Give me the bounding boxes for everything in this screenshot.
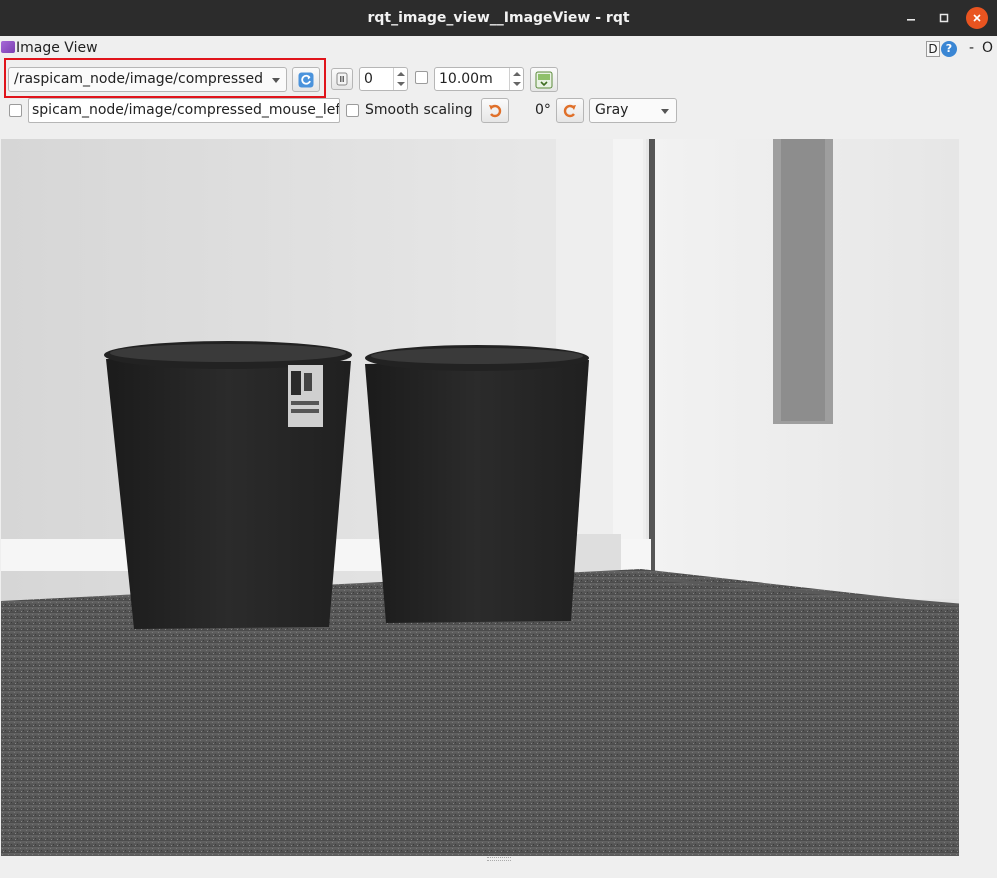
pause-button[interactable] [331, 68, 353, 90]
refresh-icon [298, 72, 314, 87]
help-icon[interactable]: ? [941, 41, 957, 57]
rotation-label: 0° [535, 102, 551, 118]
duration-spinbox[interactable]: 10.00m [434, 67, 524, 91]
smooth-scaling-checkbox[interactable] [346, 104, 359, 117]
rotate-right-icon [563, 104, 576, 117]
rotate-right-button[interactable] [556, 98, 584, 123]
topic-select[interactable]: /raspicam_node/image/compressed [8, 67, 287, 92]
save-image-button[interactable] [530, 67, 558, 92]
resize-grip[interactable] [487, 857, 511, 861]
close-icon[interactable] [966, 7, 988, 29]
maximize-icon[interactable] [933, 7, 955, 29]
window-title: rqt_image_view__ImageView - rqt [367, 10, 630, 26]
rotate-left-icon [489, 104, 502, 117]
dock-button[interactable]: D [926, 41, 940, 57]
rotate-left-button[interactable] [481, 98, 509, 123]
mouse-publish-checkbox[interactable] [9, 104, 22, 117]
save-icon [535, 71, 553, 88]
minimize-plugin-button[interactable]: - [969, 40, 974, 56]
pause-icon [336, 72, 348, 86]
spin-arrows-icon[interactable] [393, 68, 407, 90]
main-window: rqt_image_view__ImageView - rqt Image Vi… [0, 0, 997, 878]
camera-frame [1, 139, 959, 856]
chevron-down-icon [272, 78, 280, 83]
spin-arrows-icon[interactable] [509, 68, 523, 90]
close-plugin-button[interactable]: O [982, 40, 993, 56]
refresh-topics-button[interactable] [292, 67, 320, 92]
duration-checkbox[interactable] [415, 71, 428, 84]
title-bar: rqt_image_view__ImageView - rqt [0, 0, 997, 36]
smooth-scaling-label: Smooth scaling [365, 102, 473, 118]
mouse-topic-input[interactable]: spicam_node/image/compressed_mouse_left [28, 98, 340, 123]
plugin-header: Image View D ? - O [0, 38, 997, 60]
color-scheme-value: Gray [595, 102, 629, 118]
duration-spinbox-value: 10.00m [439, 71, 493, 87]
color-scheme-select[interactable]: Gray [589, 98, 677, 123]
chevron-down-icon [661, 109, 669, 114]
camera-image[interactable] [1, 139, 959, 856]
number-spinbox[interactable]: 0 [359, 67, 408, 91]
minimize-icon[interactable] [900, 7, 922, 29]
plugin-title: Image View [16, 40, 98, 56]
topic-select-value: /raspicam_node/image/compressed [14, 71, 263, 87]
number-spinbox-value: 0 [364, 71, 373, 87]
image-view-icon [1, 41, 15, 53]
